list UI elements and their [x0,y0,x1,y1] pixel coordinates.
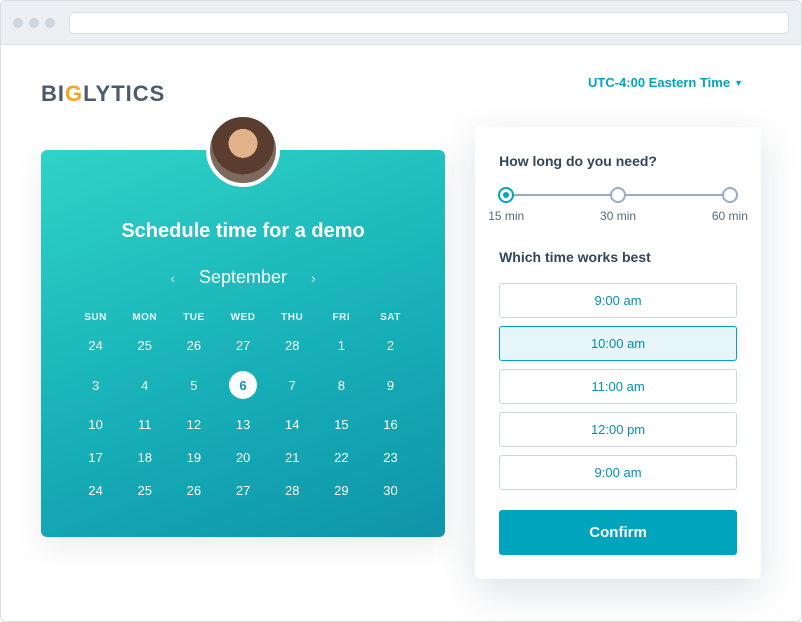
timeslot-option[interactable]: 9:00 am [499,283,737,318]
calendar-day[interactable]: 15 [317,408,366,441]
timeslot-question: Which time works best [499,249,737,265]
calendar-day[interactable]: 28 [268,474,317,507]
calendar-grid: SUNMONTUEWEDTHUFRISAT 242526272812345678… [71,306,415,507]
calendar-day[interactable]: 8 [317,362,366,408]
caret-down-icon: ▼ [734,78,743,88]
duration-question: How long do you need? [499,153,737,169]
calendar-day[interactable]: 30 [366,474,415,507]
timezone-label: UTC-4:00 Eastern Time [588,75,730,90]
timezone-selector[interactable]: UTC-4:00 Eastern Time ▼ [588,75,743,90]
calendar-day[interactable]: 28 [268,329,317,362]
calendar-day[interactable]: 27 [218,474,267,507]
window-dot[interactable] [45,18,55,28]
calendar-title: Schedule time for a demo [71,220,415,243]
month-navigator: ‹ September › [71,267,415,288]
calendar-day[interactable]: 13 [218,408,267,441]
page-content: UTC-4:00 Eastern Time ▼ BIGLYTICS Schedu… [1,45,801,579]
calendar-day[interactable]: 12 [169,408,218,441]
calendar-day[interactable]: 7 [268,362,317,408]
calendar-day[interactable]: 6 [218,362,267,408]
window-dot[interactable] [13,18,23,28]
calendar-day[interactable]: 16 [366,408,415,441]
calendar-day[interactable]: 25 [120,474,169,507]
duration-slider[interactable]: 15 min30 min60 min [499,187,737,227]
calendar-dow: THU [268,306,317,329]
window-dot[interactable] [29,18,39,28]
calendar-day[interactable]: 5 [169,362,218,408]
calendar-day[interactable]: 11 [120,408,169,441]
calendar-dow: WED [218,306,267,329]
calendar-day[interactable]: 1 [317,329,366,362]
calendar-day[interactable]: 2 [366,329,415,362]
calendar-day[interactable]: 4 [120,362,169,408]
calendar-dow: FRI [317,306,366,329]
calendar-day[interactable]: 26 [169,329,218,362]
calendar-day[interactable]: 22 [317,441,366,474]
brand-accent: G [65,81,83,106]
avatar [206,113,280,187]
timeslot-option[interactable]: 9:00 am [499,455,737,490]
browser-titlebar [1,1,801,45]
address-bar[interactable] [69,12,789,34]
duration-option[interactable] [722,187,738,203]
duration-label: 30 min [600,209,636,223]
brand-text: BI [41,81,65,106]
next-month-button[interactable]: › [311,270,316,286]
calendar-day[interactable]: 26 [169,474,218,507]
calendar-card: Schedule time for a demo ‹ September › S… [41,150,445,537]
duration-label: 60 min [712,209,748,223]
calendar-day[interactable]: 3 [71,362,120,408]
window-controls[interactable] [13,18,55,28]
calendar-day[interactable]: 21 [268,441,317,474]
timeslot-list: 9:00 am 10:00 am 11:00 am 12:00 pm 9:00 am [499,283,737,490]
calendar-dow: SUN [71,306,120,329]
calendar-day[interactable]: 24 [71,329,120,362]
duration-label: 15 min [488,209,524,223]
calendar-day[interactable]: 19 [169,441,218,474]
timeslot-option[interactable]: 10:00 am [499,326,737,361]
duration-option[interactable] [498,187,514,203]
booking-panel: How long do you need? 15 min30 min60 min… [475,127,761,579]
calendar-dow: MON [120,306,169,329]
prev-month-button[interactable]: ‹ [170,270,175,286]
brand-text: LYTICS [83,81,165,106]
calendar-day[interactable]: 20 [218,441,267,474]
calendar-day[interactable]: 14 [268,408,317,441]
confirm-button[interactable]: Confirm [499,510,737,555]
calendar-day[interactable]: 23 [366,441,415,474]
calendar-day[interactable]: 25 [120,329,169,362]
calendar-day[interactable]: 10 [71,408,120,441]
calendar-day[interactable]: 9 [366,362,415,408]
calendar-day[interactable]: 18 [120,441,169,474]
month-label: September [199,267,287,288]
calendar-day[interactable]: 24 [71,474,120,507]
duration-option[interactable] [610,187,626,203]
browser-window: UTC-4:00 Eastern Time ▼ BIGLYTICS Schedu… [0,0,802,622]
timeslot-option[interactable]: 11:00 am [499,369,737,404]
calendar-dow: TUE [169,306,218,329]
calendar-day[interactable]: 17 [71,441,120,474]
calendar-dow: SAT [366,306,415,329]
calendar-day-selected[interactable]: 6 [229,371,257,399]
calendar-day[interactable]: 29 [317,474,366,507]
timeslot-option[interactable]: 12:00 pm [499,412,737,447]
calendar-day[interactable]: 27 [218,329,267,362]
